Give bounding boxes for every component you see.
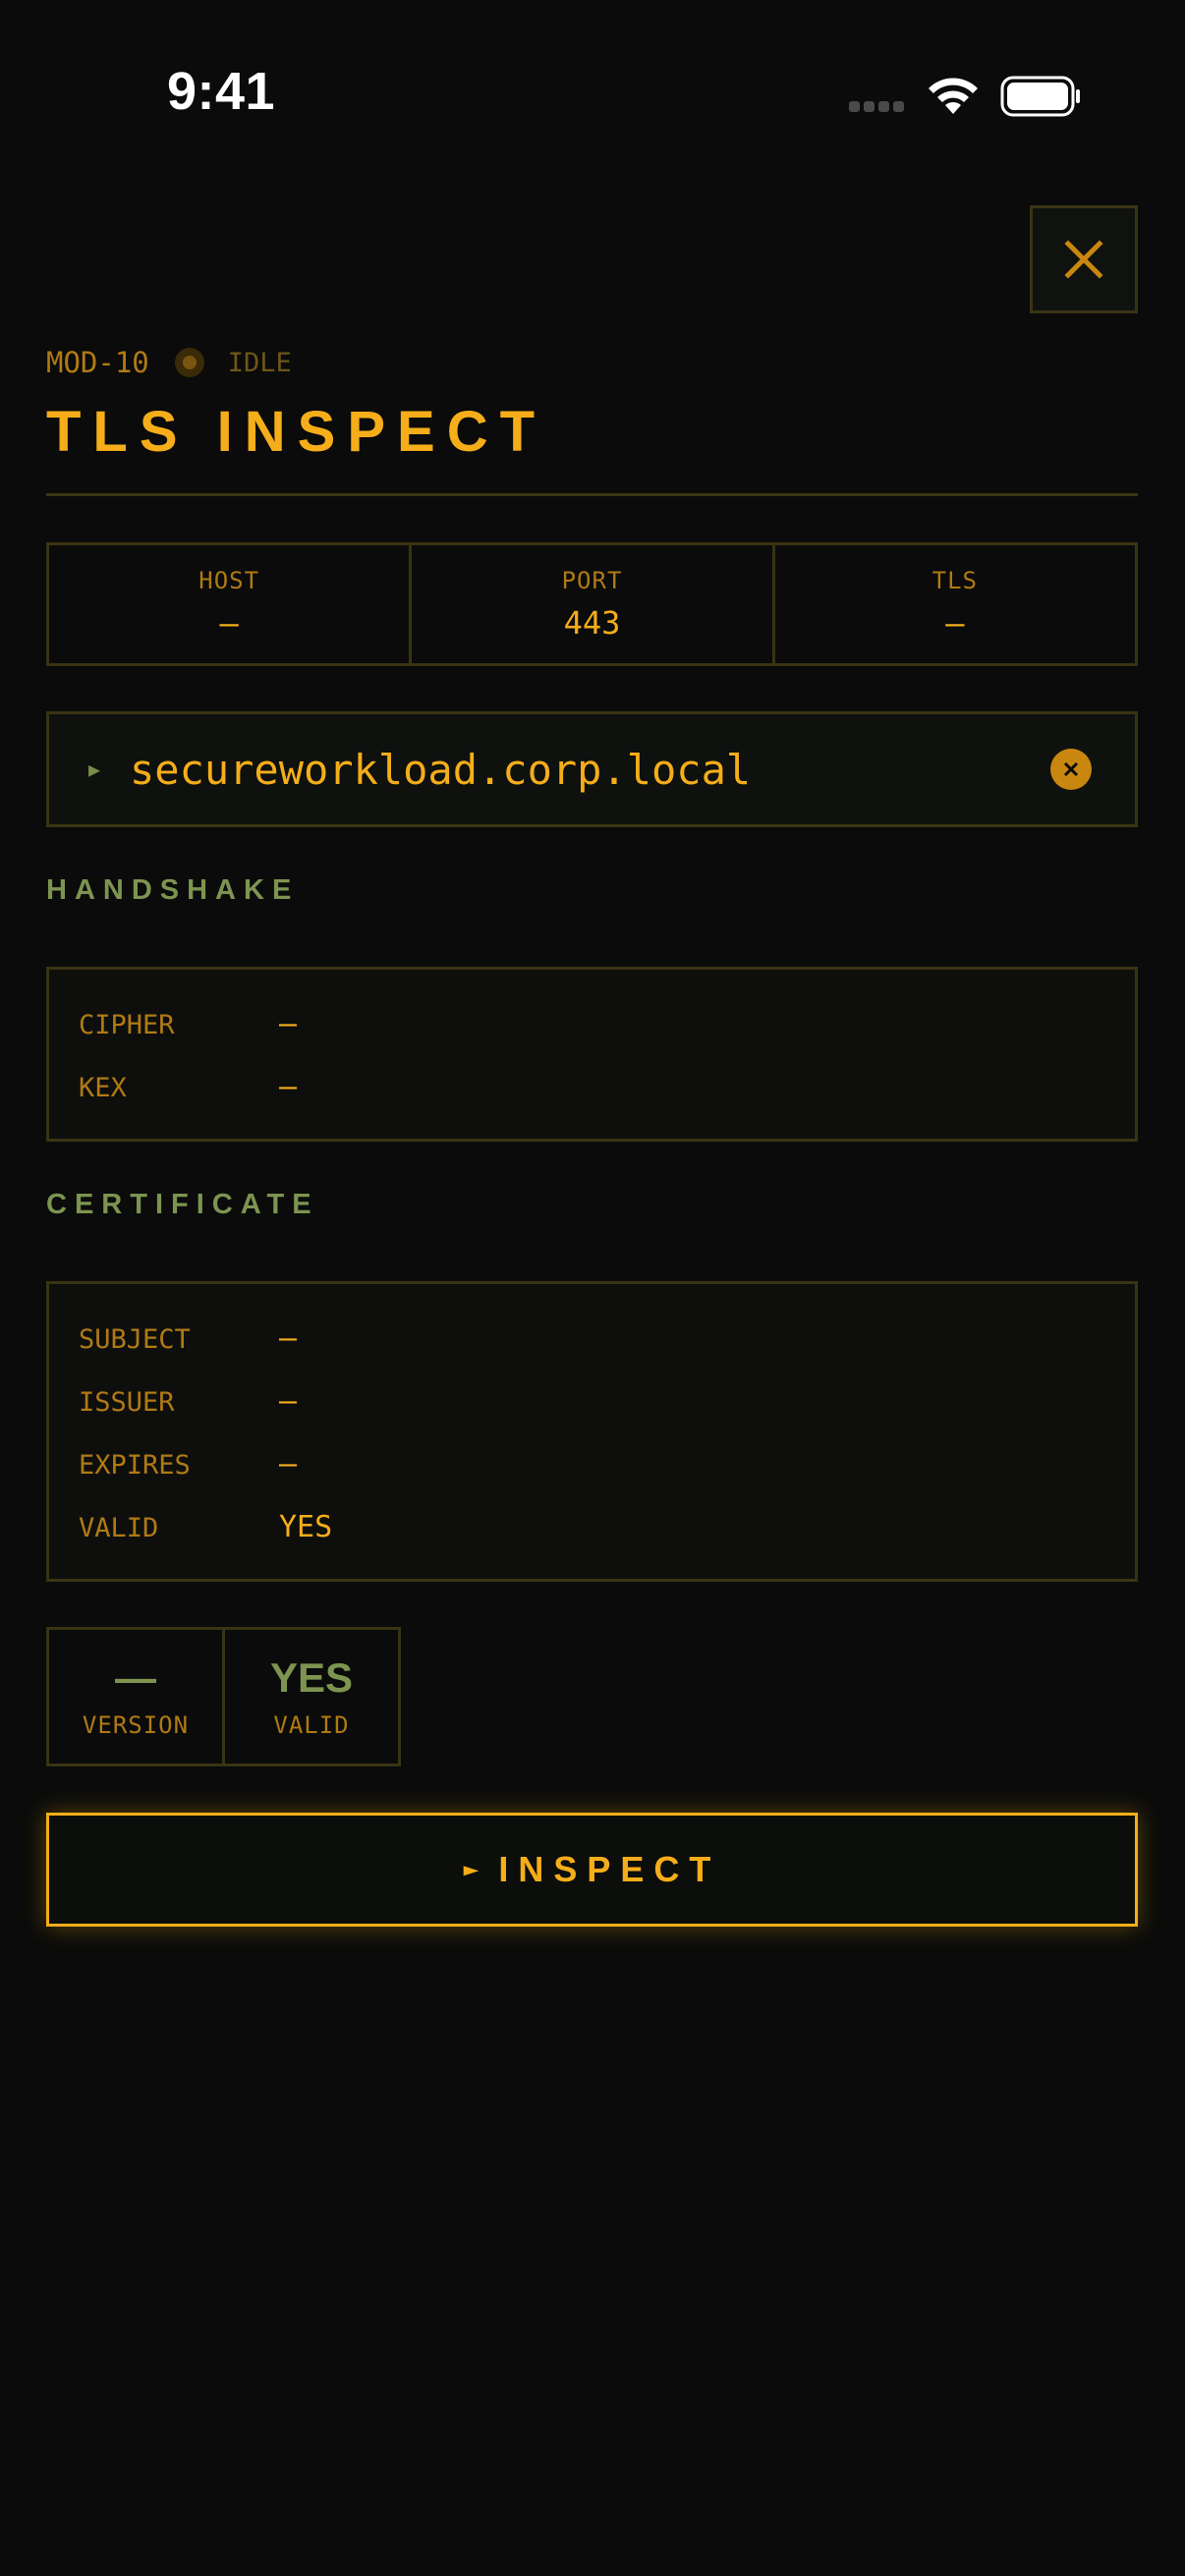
row-value: — [279,1321,298,1356]
status-time: 9:41 [167,62,276,121]
tile-value: YES [269,1654,354,1701]
stat-value: — [219,604,239,642]
tile-label: VERSION [82,1711,190,1739]
close-icon [1064,240,1103,279]
stat-port: PORT 443 [412,545,775,663]
stats-bar: HOST — PORT 443 TLS — [46,542,1138,666]
stat-label: PORT [561,567,623,594]
inspect-button[interactable]: ► INSPECT [46,1813,1138,1927]
handshake-row-kex: KEX — [79,1070,297,1104]
certificate-row-expires: EXPIRES — [79,1447,297,1482]
title-divider [46,493,1138,496]
certificate-row-subject: SUBJECT — [79,1321,297,1356]
summary-tiles: — VERSION YES VALID [46,1627,401,1766]
tile-valid: YES VALID [222,1627,401,1766]
stat-label: HOST [198,567,260,594]
host-input[interactable]: ▶ secureworkload.corp.local [46,711,1138,827]
row-value: — [279,1384,298,1419]
module-row: MOD-10 IDLE [46,346,292,379]
host-input-value[interactable]: secureworkload.corp.local [130,746,1050,794]
stat-host: HOST — [49,545,413,663]
row-key: ISSUER [79,1387,175,1418]
status-text: IDLE [227,347,292,378]
certificate-row-issuer: ISSUER — [79,1384,297,1419]
play-icon: ► [463,1855,480,1884]
clear-icon [1063,761,1079,777]
stat-value: 443 [563,604,621,642]
play-icon: ▶ [88,757,101,781]
row-value: — [279,1007,298,1041]
row-key: EXPIRES [79,1450,191,1481]
stat-value: — [945,604,965,642]
row-value: — [279,1447,298,1482]
module-id: MOD-10 [46,346,149,379]
clear-button[interactable] [1050,749,1092,790]
row-key: KEX [79,1073,127,1103]
inspect-button-label: INSPECT [498,1849,721,1889]
stat-tls: TLS — [775,545,1135,663]
certificate-row-valid: VALID YES [79,1510,332,1544]
status-indicator-icon [174,348,204,377]
battery-icon [1000,76,1080,117]
cellular-signal-icon [849,101,904,112]
tile-version: — VERSION [46,1627,225,1766]
row-key: VALID [79,1513,159,1543]
certificate-heading: CERTIFICATE [46,1189,319,1220]
close-button[interactable] [1030,205,1138,313]
row-value: YES [279,1510,333,1544]
row-key: SUBJECT [79,1324,191,1355]
page-title: TLS INSPECT [46,400,547,464]
tile-label: VALID [273,1711,350,1739]
wifi-icon [929,78,978,114]
certificate-panel: SUBJECT — ISSUER — EXPIRES — VALID YES [46,1281,1138,1582]
row-value: — [279,1070,298,1104]
handshake-heading: HANDSHAKE [46,874,300,906]
handshake-panel: CIPHER — KEX — [46,967,1138,1142]
row-key: CIPHER [79,1010,175,1040]
stat-label: TLS [931,567,978,594]
handshake-row-cipher: CIPHER — [79,1007,297,1041]
tile-value: — [115,1654,156,1701]
